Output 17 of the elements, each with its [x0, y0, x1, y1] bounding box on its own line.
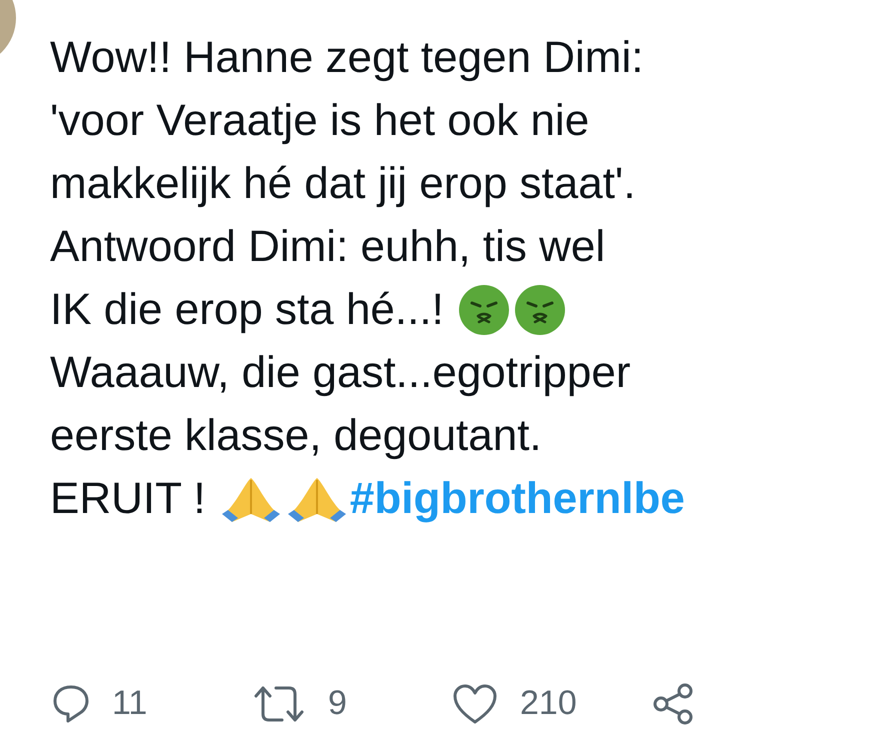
tweet-text: IK die erop sta hé...!: [50, 284, 445, 336]
tweet-text: Antwoord Dimi: euhh, tis wel: [50, 220, 606, 272]
tweet-text: ERUIT !: [50, 472, 207, 524]
tweet-text: makkelijk hé dat jij erop staat'.: [50, 158, 636, 210]
action-count: 210: [520, 683, 577, 724]
heart-icon[interactable]: [452, 682, 498, 724]
tweet-text: Wow!! Hanne zegt tegen Dimi:: [50, 32, 644, 84]
nauseated-face-icon: [458, 284, 510, 336]
speech-bubble-icon[interactable]: [52, 684, 90, 724]
nauseated-face-icon: [514, 284, 566, 336]
tweet-text: Waaauw, die gast...egotripper: [50, 346, 630, 398]
tweet-text: 'voor Veraatje is het ook nie: [50, 94, 590, 146]
tweet-text: eerste klasse, degoutant.: [50, 410, 542, 462]
action-count: 11: [112, 683, 148, 724]
action-count: 9: [328, 683, 347, 724]
hashtag-link[interactable]: #bigbrothernlbe: [350, 472, 685, 524]
retweet-icon[interactable]: [252, 684, 306, 724]
